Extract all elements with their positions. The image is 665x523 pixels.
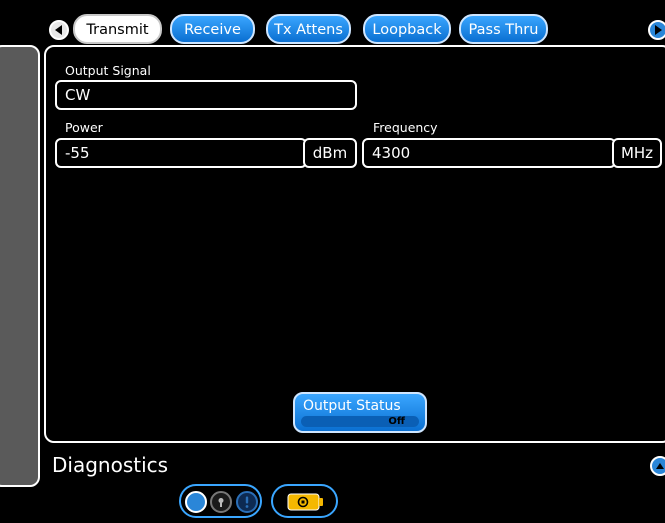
output-signal-label: Output Signal	[65, 63, 151, 78]
output-status-value: Off	[388, 416, 405, 427]
lock-icon	[210, 491, 232, 513]
output-status-button[interactable]: Output Status Off	[293, 392, 427, 433]
diagnostics-title: Diagnostics	[52, 453, 169, 477]
output-status-label: Output Status	[303, 398, 401, 414]
power-unit: dBm	[303, 138, 357, 168]
battery-status[interactable]	[271, 484, 338, 518]
frequency-field[interactable]: 4300	[362, 138, 616, 168]
nav-left-arrow-icon[interactable]	[49, 20, 69, 40]
status-dot-icon	[185, 491, 207, 513]
frequency-unit: MHz	[612, 138, 662, 168]
tab-pass-thru[interactable]: Pass Thru	[459, 14, 548, 44]
tab-tx-attens[interactable]: Tx Attens	[266, 14, 351, 44]
frequency-label: Frequency	[373, 120, 438, 135]
nav-right-arrow-icon[interactable]	[648, 20, 665, 40]
tab-transmit[interactable]: Transmit	[73, 14, 162, 44]
collapse-up-icon[interactable]	[650, 456, 665, 476]
output-signal-field[interactable]: CW	[55, 80, 357, 110]
alert-icon	[236, 491, 258, 513]
battery-icon	[287, 493, 323, 511]
status-indicator-group[interactable]	[179, 484, 262, 518]
tab-loopback[interactable]: Loopback	[363, 14, 451, 44]
power-label: Power	[65, 120, 103, 135]
power-field[interactable]: -55	[55, 138, 307, 168]
tab-receive[interactable]: Receive	[170, 14, 255, 44]
side-panel	[0, 45, 40, 487]
